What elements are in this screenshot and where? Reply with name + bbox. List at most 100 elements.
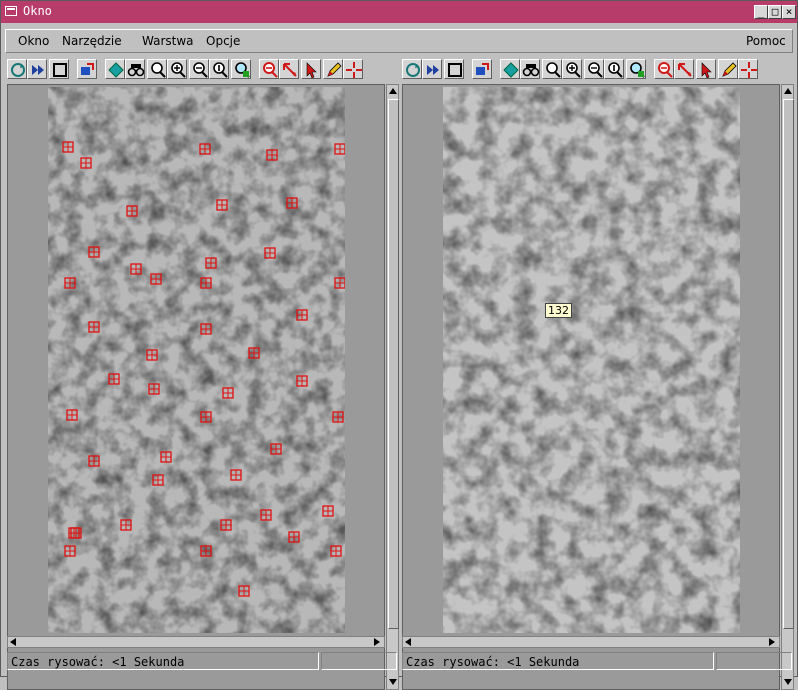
zoom-full-icon — [630, 62, 645, 78]
select-arrow-icon — [283, 63, 297, 77]
window-menu-icon[interactable] — [5, 6, 17, 16]
redraw-button[interactable] — [402, 59, 422, 79]
left-status-text: Czas rysować: <1 Sekunda — [11, 655, 185, 669]
left-status-bar: Czas rysować: <1 Sekunda — [7, 652, 399, 670]
redraw-icon — [406, 63, 420, 77]
crosshair-button[interactable] — [343, 59, 363, 79]
diamond-button[interactable] — [500, 59, 520, 79]
scroll-right-arrow-icon[interactable] — [769, 638, 775, 646]
zoom-1-button[interactable] — [209, 59, 229, 79]
menu-bar: Okno Narzędzie Warstwa Opcje Pomoc — [5, 29, 793, 53]
binoculars-button[interactable] — [125, 59, 145, 79]
binoculars-button[interactable] — [520, 59, 540, 79]
diamond-icon — [108, 62, 124, 78]
menu-pomoc[interactable]: Pomoc — [746, 34, 786, 48]
left-pane: Czas rysować: <1 Sekunda — [5, 57, 400, 690]
diamond-button[interactable] — [105, 59, 125, 79]
zoom-full-icon — [235, 62, 250, 78]
zoom-full-button[interactable] — [626, 59, 646, 79]
window-title: Okno — [23, 4, 52, 18]
layer-manager-button[interactable] — [472, 59, 492, 79]
menu-narzedzie[interactable]: Narzędzie — [62, 34, 122, 48]
right-pane: 132 Czas rysować: <1 Sekunda — [400, 57, 795, 690]
menu-opcje[interactable]: Opcje — [206, 34, 240, 48]
layer-manager-icon — [476, 63, 489, 75]
pencil-button[interactable] — [718, 59, 738, 79]
left-soil-image — [48, 87, 345, 633]
crosshair-icon — [741, 62, 757, 78]
zoom-full-button[interactable] — [231, 59, 251, 79]
redraw-button[interactable] — [7, 59, 27, 79]
scroll-down-arrow-icon[interactable] — [784, 679, 792, 685]
zoom-1-button[interactable] — [604, 59, 624, 79]
zoom-tool-button[interactable] — [147, 59, 167, 79]
right-map-view[interactable]: 132 — [402, 84, 780, 690]
close-button[interactable]: × — [782, 5, 796, 19]
left-horizontal-scrollbar[interactable] — [7, 636, 385, 648]
right-status-extra — [716, 652, 792, 670]
right-vertical-scrollbar[interactable] — [781, 84, 794, 690]
frame-button[interactable] — [444, 59, 464, 79]
zoom-out-button[interactable] — [584, 59, 604, 79]
title-bar[interactable]: Okno _ □ × — [1, 1, 797, 23]
scroll-left-arrow-icon[interactable] — [10, 638, 16, 646]
zoom-cancel-icon — [263, 62, 278, 78]
right-vertical-scroll-thumb[interactable] — [783, 99, 794, 629]
select-arrow-icon — [678, 63, 692, 77]
scroll-down-arrow-icon[interactable] — [389, 679, 397, 685]
pencil-icon — [327, 62, 342, 77]
frame-icon — [53, 63, 67, 77]
zoom-in-button[interactable] — [562, 59, 582, 79]
layer-manager-icon — [81, 63, 94, 75]
select-arrow-button[interactable] — [279, 59, 299, 79]
left-vertical-scrollbar[interactable] — [386, 84, 399, 690]
zoom-cancel-button[interactable] — [259, 59, 279, 79]
zoom-tool-button[interactable] — [542, 59, 562, 79]
zoom-out-button[interactable] — [189, 59, 209, 79]
redraw-icon — [11, 63, 25, 77]
zoom-cancel-button[interactable] — [654, 59, 674, 79]
left-map-view[interactable] — [7, 84, 385, 690]
pointer-icon — [306, 62, 317, 79]
scroll-right-arrow-icon[interactable] — [374, 638, 380, 646]
zoom-tool-icon — [546, 62, 561, 78]
zoom-in-button[interactable] — [167, 59, 187, 79]
pointer-icon — [701, 62, 712, 79]
zoom-in-icon — [566, 62, 581, 78]
crosshair-icon — [346, 62, 362, 78]
frame-button[interactable] — [49, 59, 69, 79]
right-soil-image — [443, 87, 740, 633]
right-status-cell: Czas rysować: <1 Sekunda — [402, 652, 714, 670]
left-vertical-scroll-thumb[interactable] — [388, 99, 399, 629]
right-toolbar — [400, 57, 795, 83]
main-window: Okno _ □ × Okno Narzędzie Warstwa Opcje … — [0, 0, 798, 690]
scroll-left-arrow-icon[interactable] — [405, 638, 411, 646]
skip-icon — [427, 65, 439, 75]
crosshair-button[interactable] — [738, 59, 758, 79]
menu-okno[interactable]: Okno — [18, 34, 49, 48]
scroll-up-arrow-icon[interactable] — [389, 88, 397, 94]
right-status-text: Czas rysować: <1 Sekunda — [406, 655, 580, 669]
point-label-tag[interactable]: 132 — [545, 303, 572, 318]
binoculars-icon — [522, 64, 540, 77]
minimize-button[interactable]: _ — [754, 5, 768, 19]
skip-button[interactable] — [422, 59, 442, 79]
skip-button[interactable] — [27, 59, 47, 79]
zoom-cancel-icon — [658, 62, 673, 78]
zoom-1-icon — [608, 62, 623, 78]
skip-icon — [32, 65, 44, 75]
menu-warstwa[interactable]: Warstwa — [142, 34, 194, 48]
zoom-1-icon — [213, 62, 228, 78]
pointer-button[interactable] — [301, 59, 321, 79]
pointer-button[interactable] — [696, 59, 716, 79]
pencil-button[interactable] — [323, 59, 343, 79]
layer-manager-button[interactable] — [77, 59, 97, 79]
scroll-up-arrow-icon[interactable] — [784, 88, 792, 94]
select-arrow-button[interactable] — [674, 59, 694, 79]
right-horizontal-scrollbar[interactable] — [402, 636, 780, 648]
left-toolbar — [5, 57, 400, 83]
zoom-tool-icon — [151, 62, 166, 78]
maximize-button[interactable]: □ — [768, 5, 782, 19]
zoom-out-icon — [588, 62, 603, 78]
pencil-icon — [722, 62, 737, 77]
